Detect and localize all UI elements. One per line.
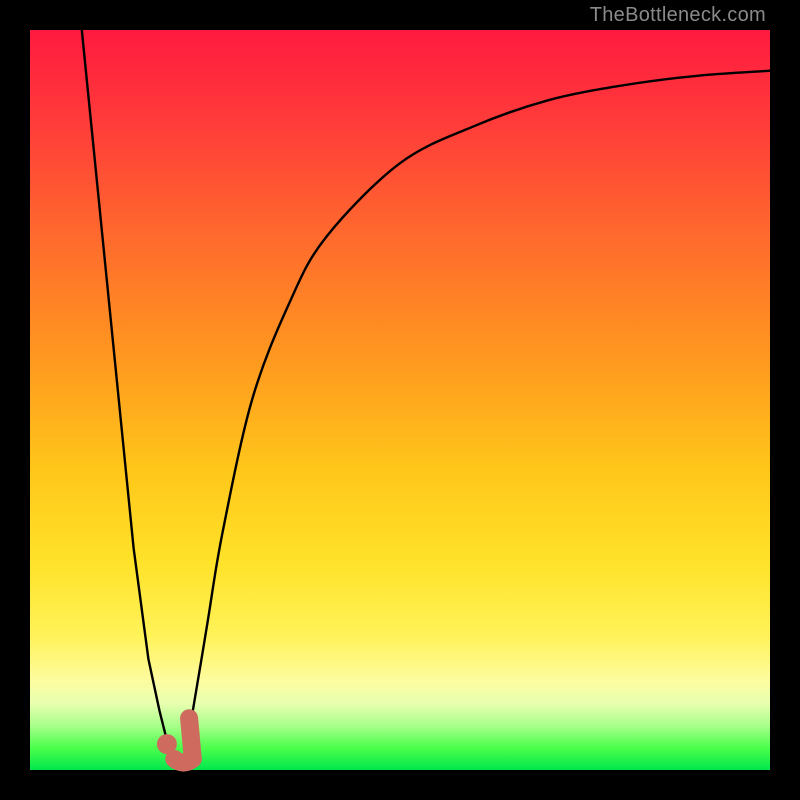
j-marker-hook: [174, 718, 193, 762]
watermark-text: TheBottleneck.com: [590, 4, 766, 27]
curve-layer: [30, 30, 770, 770]
chart-frame: TheBottleneck.com: [0, 0, 800, 800]
j-marker-dot: [157, 734, 177, 754]
plot-area: [30, 30, 770, 770]
right-curve-line: [185, 71, 770, 748]
left-descent-line: [82, 30, 175, 755]
